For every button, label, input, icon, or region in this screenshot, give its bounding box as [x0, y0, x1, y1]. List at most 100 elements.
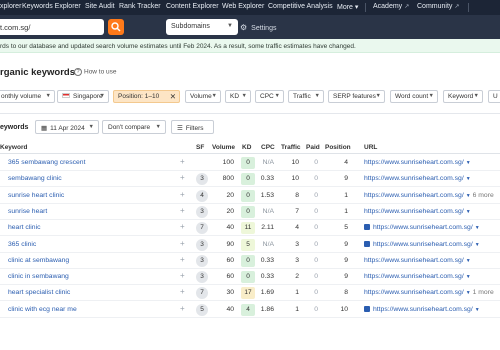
traffic-value[interactable]: 1 [283, 306, 299, 313]
search-button[interactable] [108, 19, 124, 35]
filter-country[interactable]: Singapore ▼ [57, 90, 109, 103]
ranking-url-link[interactable]: https://www.sunriseheart.com.sg/ [373, 241, 473, 248]
keyword-link[interactable]: clinic in sembawang [8, 273, 69, 280]
serp-features-badge[interactable]: 4 [196, 189, 208, 202]
nav-academy[interactable]: Academy ↗ [373, 3, 409, 10]
chevron-down-icon[interactable]: ▼ [466, 209, 471, 215]
traffic-value[interactable]: 7 [283, 208, 299, 215]
nav-content-explorer[interactable]: Content Explorer [166, 3, 219, 10]
traffic-value[interactable]: 1 [283, 289, 299, 296]
ranking-url-link[interactable]: https://www.sunriseheart.com.sg/ [373, 224, 473, 231]
more-urls-link[interactable]: 6 more [473, 192, 494, 199]
filter-volume[interactable]: Volume ▼ [185, 90, 221, 103]
keyword-link[interactable]: clinic with ecg near me [8, 306, 77, 313]
more-urls-link[interactable]: 1 more [473, 289, 494, 296]
add-to-list-icon[interactable]: + [180, 255, 185, 264]
serp-features-badge[interactable]: 3 [196, 271, 208, 284]
serp-features-badge[interactable]: 3 [196, 238, 208, 251]
target-url-input[interactable]: t.com.sg/ [0, 19, 104, 35]
traffic-value[interactable]: 10 [283, 159, 299, 166]
settings-button[interactable]: ⚙ Settings [240, 23, 276, 32]
ranking-url-link[interactable]: https://www.sunriseheart.com.sg/ [364, 192, 464, 199]
filter-monthly-volume[interactable]: onthly volume ▼ [0, 90, 55, 103]
keyword-link[interactable]: 365 clinic [8, 241, 36, 248]
keyword-link[interactable]: sunrise heart [8, 208, 47, 215]
chevron-down-icon[interactable]: ▼ [466, 258, 471, 264]
serp-features-badge[interactable]: 3 [196, 173, 208, 186]
serp-features-badge[interactable]: 7 [196, 222, 208, 235]
column-header-position[interactable]: Position [325, 144, 351, 151]
nav-site-audit[interactable]: Site Audit [85, 3, 115, 10]
serp-features-badge[interactable]: 3 [196, 205, 208, 218]
nav-more[interactable]: More ▾ [337, 3, 358, 11]
add-to-list-icon[interactable]: + [180, 206, 185, 215]
ranking-url-link[interactable]: https://www.sunriseheart.com.sg/ [364, 273, 464, 280]
add-to-list-icon[interactable]: + [180, 304, 185, 313]
compare-select[interactable]: Don't compare ▼ [102, 120, 166, 134]
nav-rank-tracker[interactable]: Rank Tracker [119, 3, 161, 10]
nav-web-explorer[interactable]: Web Explorer [222, 3, 264, 10]
keyword-link[interactable]: heart specialist clinic [8, 289, 70, 296]
column-header-kd[interactable]: KD [242, 144, 251, 151]
nav-competitive-analysis[interactable]: Competitive Analysis [268, 3, 333, 10]
nav-site-explorer[interactable]: xplorer [0, 3, 21, 10]
nav-keywords-explorer[interactable]: Keywords Explorer [22, 3, 81, 10]
chevron-down-icon[interactable]: ▼ [475, 225, 480, 231]
serp-features-badge[interactable]: 3 [196, 254, 208, 267]
keyword-link[interactable]: heart clinic [8, 224, 41, 231]
traffic-value[interactable]: 4 [283, 224, 299, 231]
how-to-use-link[interactable]: ? How to use [74, 68, 117, 76]
keyword-link[interactable]: clinic at sembawang [8, 257, 69, 264]
chevron-down-icon[interactable]: ▼ [466, 176, 471, 182]
ranking-url-link[interactable]: https://www.sunriseheart.com.sg/ [364, 289, 464, 296]
filter-position[interactable]: Position: 1–10 ✕ [113, 90, 180, 103]
filters-button[interactable]: ☰ Filters [171, 120, 214, 134]
add-to-list-icon[interactable]: + [180, 190, 185, 199]
filter-url[interactable]: U [488, 90, 500, 103]
filter-word-count[interactable]: Word count ▼ [390, 90, 438, 103]
column-header-sf[interactable]: SF [196, 144, 204, 151]
keyword-link[interactable]: 365 sembawang crescent [8, 159, 85, 166]
traffic-value[interactable]: 3 [283, 257, 299, 264]
nav-community[interactable]: Community ↗ [417, 3, 459, 10]
add-to-list-icon[interactable]: + [180, 173, 185, 182]
traffic-value[interactable]: 2 [283, 273, 299, 280]
traffic-value[interactable]: 8 [283, 192, 299, 199]
chevron-down-icon[interactable]: ▼ [475, 242, 480, 248]
mode-select[interactable]: Subdomains ▼ [166, 19, 238, 35]
column-header-paid[interactable]: Paid [306, 144, 320, 151]
add-to-list-icon[interactable]: + [180, 222, 185, 231]
add-to-list-icon[interactable]: + [180, 287, 185, 296]
column-header-volume[interactable]: Volume [212, 144, 235, 151]
ranking-url-link[interactable]: https://www.sunriseheart.com.sg/ [364, 159, 464, 166]
filter-cpc[interactable]: CPC ▼ [255, 90, 284, 103]
column-header-url[interactable]: URL [364, 144, 377, 151]
filter-keyword[interactable]: Keyword ▼ [443, 90, 483, 103]
date-picker[interactable]: ▦ 11 Apr 2024 ▼ [35, 120, 99, 134]
add-to-list-icon[interactable]: + [180, 271, 185, 280]
filter-traffic[interactable]: Traffic ▼ [288, 90, 324, 103]
ranking-url-link[interactable]: https://www.sunriseheart.com.sg/ [364, 208, 464, 215]
ranking-url-link[interactable]: https://www.sunriseheart.com.sg/ [364, 257, 464, 264]
keyword-link[interactable]: sembawang clinic [8, 175, 62, 182]
ranking-url-link[interactable]: https://www.sunriseheart.com.sg/ [364, 175, 464, 182]
chevron-down-icon[interactable]: ▼ [466, 193, 471, 199]
chevron-down-icon[interactable]: ▼ [466, 290, 471, 296]
filter-serp-features[interactable]: SERP features ▼ [328, 90, 385, 103]
keyword-link[interactable]: sunrise heart clinic [8, 192, 64, 199]
chevron-down-icon[interactable]: ▼ [466, 160, 471, 166]
chevron-down-icon[interactable]: ▼ [466, 274, 471, 280]
column-header-cpc[interactable]: CPC [261, 144, 275, 151]
serp-features-badge[interactable]: 5 [196, 303, 208, 316]
ranking-url-link[interactable]: https://www.sunriseheart.com.sg/ [373, 306, 473, 313]
add-to-list-icon[interactable]: + [180, 157, 185, 166]
add-to-list-icon[interactable]: + [180, 239, 185, 248]
close-icon[interactable]: ✕ [170, 92, 176, 101]
chevron-down-icon[interactable]: ▼ [475, 307, 480, 313]
filter-kd[interactable]: KD ▼ [225, 90, 251, 103]
column-header-keyword[interactable]: Keyword [0, 144, 27, 151]
traffic-value[interactable]: 10 [283, 175, 299, 182]
traffic-value[interactable]: 3 [283, 241, 299, 248]
serp-features-badge[interactable]: 7 [196, 287, 208, 300]
column-header-traffic[interactable]: Traffic [281, 144, 301, 151]
